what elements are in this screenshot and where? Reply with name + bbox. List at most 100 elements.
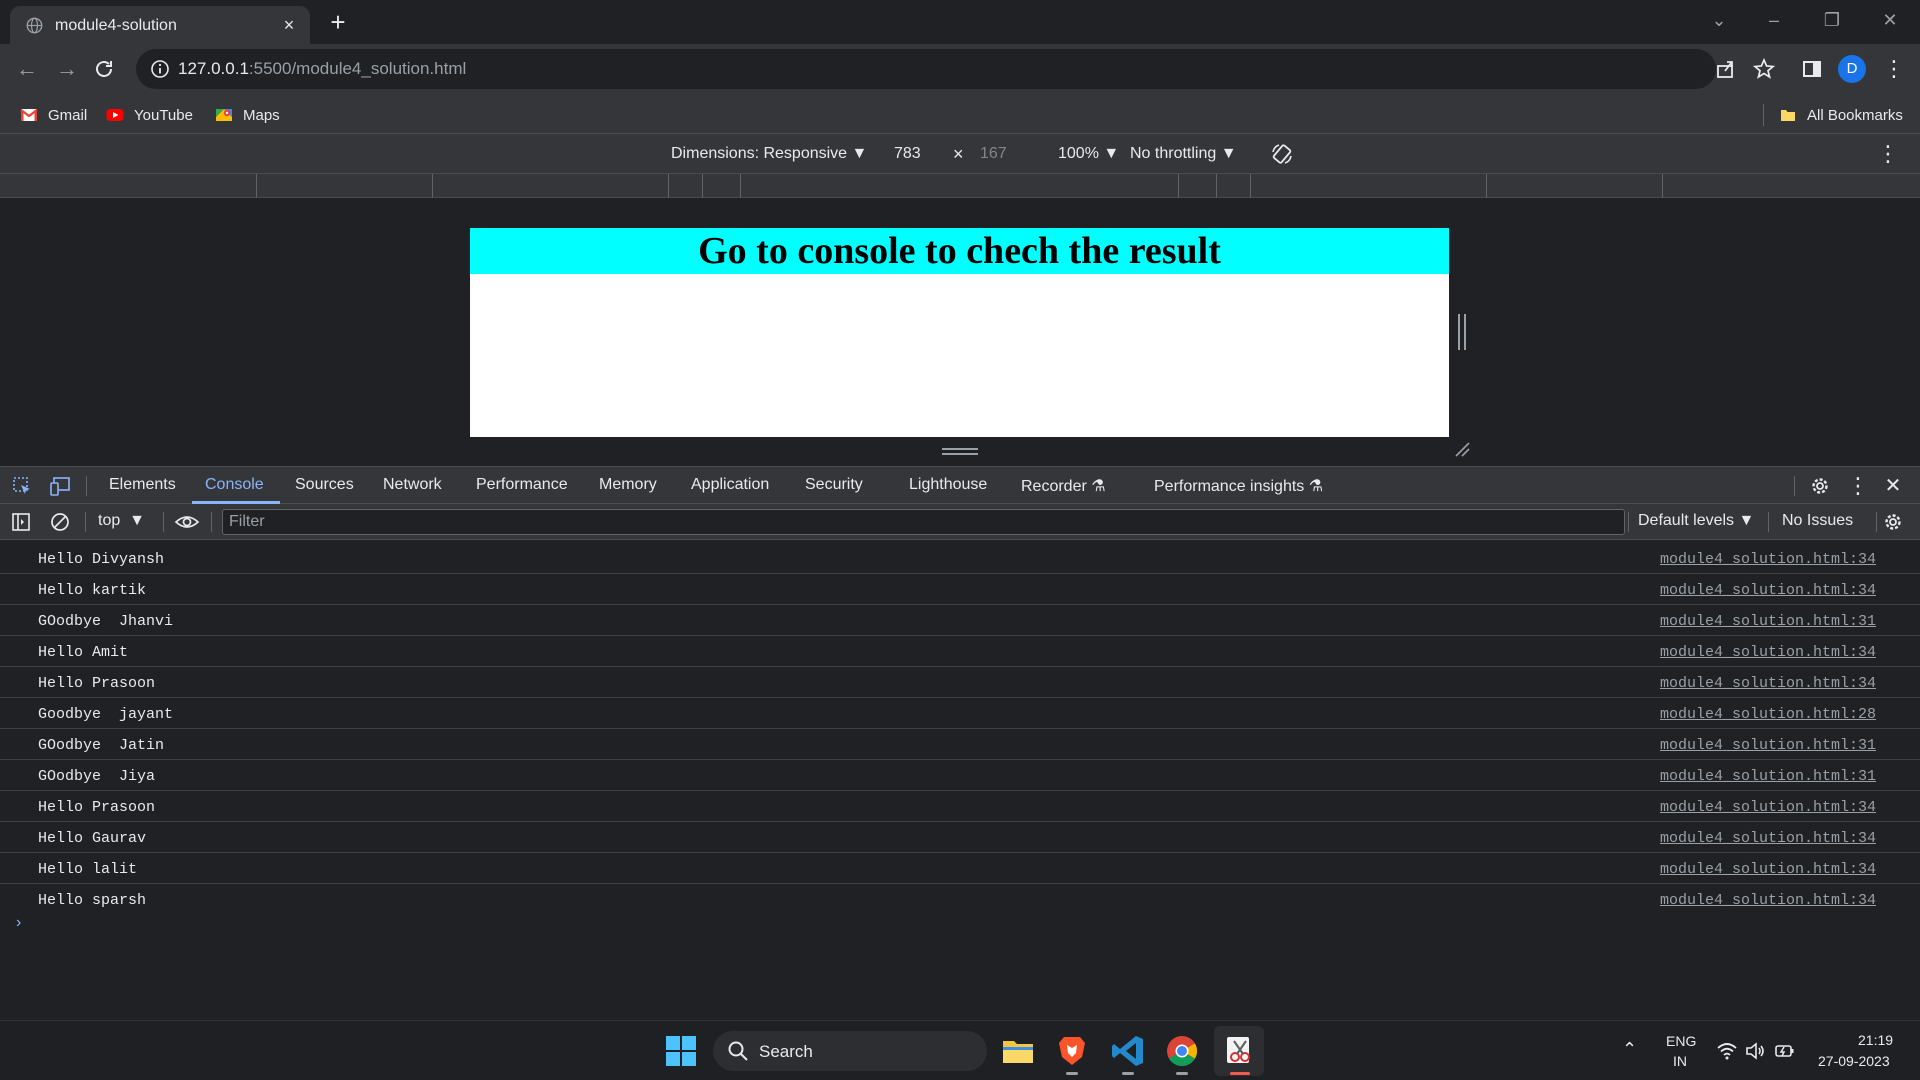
console-message: GOodbye Jatin module4_solution.html:31 — [0, 729, 1920, 760]
media-query-tick — [432, 174, 433, 198]
tab-performance-insights[interactable]: Performance insights ⚗ — [1154, 476, 1323, 496]
context-select[interactable]: top ▼ — [98, 512, 145, 530]
tab-network[interactable]: Network — [383, 476, 442, 494]
console-source-link[interactable]: module4_solution.html:31 — [1660, 613, 1876, 630]
issues-button[interactable]: No Issues — [1782, 512, 1853, 530]
language-top[interactable]: ENG — [1666, 1033, 1696, 1049]
bookmark-gmail[interactable]: Gmail — [20, 104, 87, 126]
console-source-link[interactable]: module4_solution.html:28 — [1660, 706, 1876, 723]
console-filter-input[interactable]: Filter — [222, 509, 1625, 535]
console-source-link[interactable]: module4_solution.html:34 — [1660, 582, 1876, 599]
windows-taskbar: Search ⌃ ENG IN 21:19 27-09-2023 — [0, 1020, 1920, 1080]
console-source-link[interactable]: module4_solution.html:34 — [1660, 644, 1876, 661]
side-panel-icon[interactable] — [1797, 54, 1827, 84]
tab-lighthouse[interactable]: Lighthouse — [909, 476, 987, 494]
media-query-bar[interactable] — [0, 174, 1920, 198]
tab-recorder-label: Recorder — [1021, 478, 1087, 495]
console-settings-gear-icon[interactable] — [1882, 511, 1904, 533]
close-window-icon[interactable]: ✕ — [1870, 4, 1910, 36]
dimensions-label: Dimensions: Responsive — [671, 145, 848, 162]
info-icon[interactable] — [150, 59, 170, 79]
taskbar-search[interactable]: Search — [713, 1031, 987, 1071]
close-devtools-icon[interactable]: ✕ — [1881, 471, 1905, 501]
devtools-more-icon[interactable]: ⋮ — [1846, 471, 1870, 501]
vscode-icon[interactable] — [1108, 1031, 1148, 1071]
clock-time[interactable]: 21:19 — [1858, 1032, 1893, 1048]
bookmarks-bar: Gmail YouTube Maps All Bookmarks — [0, 94, 1920, 134]
media-query-tick — [740, 174, 741, 198]
toolbar-divider — [163, 512, 164, 532]
tab-performance[interactable]: Performance — [476, 476, 568, 494]
console-source-link[interactable]: module4_solution.html:31 — [1660, 768, 1876, 785]
flask-icon: ⚗ — [1308, 478, 1324, 495]
snipping-tool-icon[interactable] — [1219, 1031, 1259, 1071]
close-tab-icon[interactable]: × — [278, 14, 300, 36]
battery-charging-icon[interactable] — [1773, 1041, 1797, 1061]
console-source-link[interactable]: module4_solution.html:34 — [1660, 799, 1876, 816]
address-bar[interactable]: 127.0.0.1:5500/module4_solution.html — [136, 49, 1716, 89]
clock-date[interactable]: 27-09-2023 — [1818, 1053, 1890, 1069]
caret-down-icon: ▼ — [129, 512, 145, 529]
tab-security[interactable]: Security — [805, 476, 863, 494]
reload-icon[interactable] — [92, 57, 116, 81]
tab-memory[interactable]: Memory — [599, 476, 657, 494]
tab-search-icon[interactable]: ⌄ — [1699, 4, 1739, 36]
restore-icon[interactable]: ❐ — [1812, 4, 1852, 36]
volume-icon[interactable] — [1744, 1041, 1766, 1061]
minimize-icon[interactable]: – — [1754, 4, 1794, 36]
console-source-link[interactable]: module4_solution.html:34 — [1660, 892, 1876, 909]
device-more-icon[interactable]: ⋮ — [1876, 139, 1900, 169]
profile-avatar[interactable]: D — [1838, 55, 1866, 83]
bookmark-star-icon[interactable] — [1749, 54, 1779, 84]
dimensions-select[interactable]: Dimensions: Responsive ▼ — [671, 145, 867, 163]
resize-width-handle[interactable] — [1458, 314, 1466, 350]
clear-console-icon[interactable] — [49, 511, 71, 533]
tab-console[interactable]: Console — [205, 476, 264, 494]
console-source-link[interactable]: module4_solution.html:34 — [1660, 675, 1876, 692]
browser-tab[interactable]: module4-solution × — [10, 6, 310, 44]
height-input[interactable]: 167 — [980, 145, 1007, 163]
console-prompt-icon[interactable]: › — [16, 914, 21, 932]
console-source-link[interactable]: module4_solution.html:31 — [1660, 737, 1876, 754]
throttling-select[interactable]: No throttling ▼ — [1130, 145, 1237, 163]
all-bookmarks-button[interactable]: All Bookmarks — [1779, 104, 1903, 126]
settings-gear-icon[interactable] — [1809, 475, 1831, 497]
device-toggle-icon[interactable] — [49, 475, 71, 497]
tab-application[interactable]: Application — [691, 476, 769, 494]
emulated-page[interactable]: Go to console to chech the result — [470, 228, 1449, 437]
resize-height-handle[interactable] — [942, 448, 978, 455]
console-source-link[interactable]: module4_solution.html:34 — [1660, 830, 1876, 847]
tab-strip: module4-solution × + ⌄ – ❐ ✕ — [0, 0, 1920, 44]
wifi-icon[interactable] — [1716, 1041, 1738, 1061]
inspect-element-icon[interactable] — [11, 475, 33, 497]
tab-title: module4-solution — [55, 17, 177, 34]
brave-browser-icon[interactable] — [1052, 1031, 1092, 1071]
tab-elements[interactable]: Elements — [109, 476, 176, 494]
forward-icon[interactable]: → — [51, 53, 83, 85]
new-tab-button[interactable]: + — [323, 8, 353, 38]
more-menu-icon[interactable]: ⋮ — [1882, 54, 1906, 84]
share-icon[interactable] — [1710, 54, 1740, 84]
resize-corner-icon[interactable] — [1452, 439, 1472, 459]
bookmark-youtube[interactable]: YouTube — [106, 104, 193, 126]
windows-start-icon[interactable] — [661, 1031, 701, 1071]
tab-recorder[interactable]: Recorder ⚗ — [1021, 476, 1106, 496]
language-bottom[interactable]: IN — [1673, 1053, 1687, 1069]
console-source-link[interactable]: module4_solution.html:34 — [1660, 551, 1876, 568]
chrome-icon[interactable] — [1162, 1031, 1202, 1071]
tab-sources[interactable]: Sources — [295, 476, 354, 494]
back-icon[interactable]: ← — [11, 53, 43, 85]
console-toolbar: top ▼ Filter Default levels ▼ No Issues — [0, 504, 1920, 540]
file-explorer-icon[interactable] — [998, 1031, 1038, 1071]
rotate-icon[interactable] — [1268, 140, 1296, 168]
sidebar-toggle-icon[interactable] — [10, 511, 32, 533]
tray-chevron-up-icon[interactable]: ⌃ — [1622, 1039, 1637, 1060]
media-query-tick — [1662, 174, 1663, 198]
live-expression-eye-icon[interactable] — [174, 511, 200, 533]
width-input[interactable]: 783 — [894, 145, 921, 163]
console-source-link[interactable]: module4_solution.html:34 — [1660, 861, 1876, 878]
log-levels-select[interactable]: Default levels ▼ — [1638, 512, 1754, 530]
bookmark-maps[interactable]: Maps — [215, 104, 280, 126]
url-text[interactable]: 127.0.0.1:5500/module4_solution.html — [178, 59, 466, 79]
zoom-select[interactable]: 100% ▼ — [1058, 145, 1119, 163]
